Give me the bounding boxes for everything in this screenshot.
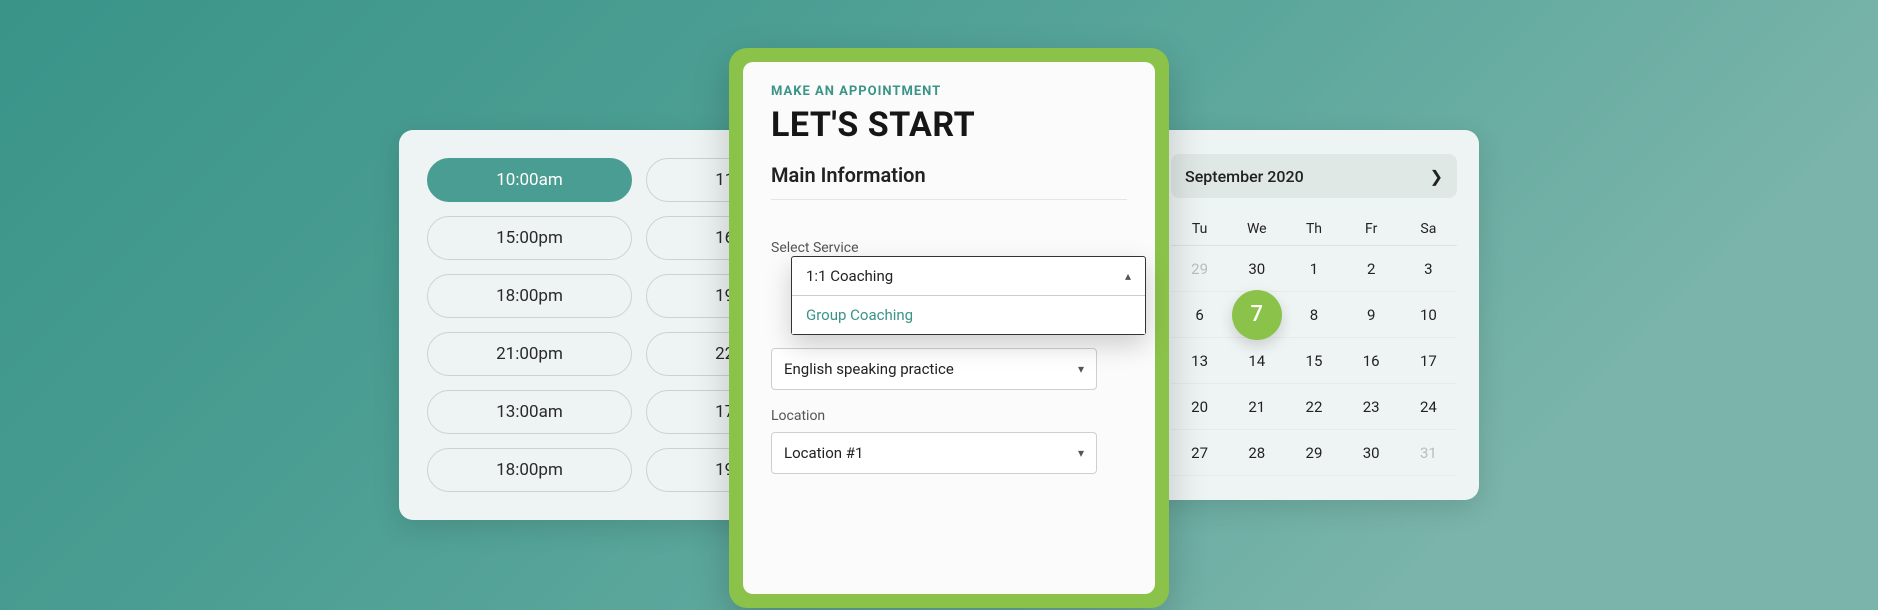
calendar-weekday: We — [1228, 212, 1285, 246]
chevron-up-icon: ▴ — [1125, 269, 1131, 283]
calendar-weekday: Th — [1285, 212, 1342, 246]
time-slot-button[interactable]: 10:00am — [427, 158, 632, 202]
calendar-day[interactable]: 1 — [1285, 246, 1342, 292]
calendar-day[interactable]: 16 — [1343, 338, 1400, 384]
time-slot-button[interactable]: 18:00pm — [427, 448, 632, 492]
calendar-day[interactable]: 20 — [1171, 384, 1228, 430]
service-selected-label: 1:1 Coaching — [806, 267, 893, 285]
calendar-day[interactable]: 31 — [1400, 430, 1457, 476]
calendar-day[interactable]: 30 — [1228, 246, 1285, 292]
calendar-day[interactable]: 29 — [1171, 246, 1228, 292]
calendar-day[interactable]: 7 — [1228, 292, 1285, 338]
calendar-weekday: Tu — [1171, 212, 1228, 246]
form-eyebrow: MAKE AN APPOINTMENT — [771, 84, 1127, 99]
calendar-day[interactable]: 6 — [1171, 292, 1228, 338]
time-slot-button[interactable]: 15:00pm — [427, 216, 632, 260]
calendar-day[interactable]: 30 — [1343, 430, 1400, 476]
time-slot-button[interactable]: 13:00am — [427, 390, 632, 434]
service-dropdown-option[interactable]: Group Coaching — [792, 296, 1145, 334]
calendar-day[interactable]: 3 — [1400, 246, 1457, 292]
service-dropdown-selected[interactable]: 1:1 Coaching ▴ — [792, 257, 1145, 296]
calendar-day[interactable]: 15 — [1285, 338, 1342, 384]
form-section-title: Main Information — [771, 163, 1127, 200]
calendar-header: September 2020 ❯ — [1171, 154, 1457, 198]
calendar-month: September 2020 — [1185, 167, 1304, 186]
calendar-weekday: Sa — [1400, 212, 1457, 246]
calendar-day[interactable]: 24 — [1400, 384, 1457, 430]
calendar-day[interactable]: 22 — [1285, 384, 1342, 430]
calendar-day[interactable]: 8 — [1285, 292, 1342, 338]
calendar-weekday: Fr — [1343, 212, 1400, 246]
time-slot-button[interactable]: 18:00pm — [427, 274, 632, 318]
calendar-day[interactable]: 2 — [1343, 246, 1400, 292]
calendar-next-button[interactable]: ❯ — [1430, 167, 1443, 186]
calendar-day[interactable]: 9 — [1343, 292, 1400, 338]
location-select[interactable]: Location #1 ▾ — [771, 432, 1097, 474]
time-slot-button[interactable]: 21:00pm — [427, 332, 632, 376]
category-select[interactable]: English speaking practice ▾ — [771, 348, 1097, 390]
service-label: Select Service — [771, 240, 1127, 256]
calendar-day[interactable]: 10 — [1400, 292, 1457, 338]
calendar-day[interactable]: 14 — [1228, 338, 1285, 384]
calendar-day[interactable]: 27 — [1171, 430, 1228, 476]
calendar-day[interactable]: 17 — [1400, 338, 1457, 384]
service-dropdown[interactable]: 1:1 Coaching ▴ Group Coaching — [791, 256, 1146, 335]
calendar-day[interactable]: 13 — [1171, 338, 1228, 384]
chevron-down-icon: ▾ — [1078, 446, 1084, 460]
calendar-day[interactable]: 28 — [1228, 430, 1285, 476]
category-value: English speaking practice — [784, 360, 954, 378]
calendar-day[interactable]: 23 — [1343, 384, 1400, 430]
calendar-day[interactable]: 21 — [1228, 384, 1285, 430]
calendar-day[interactable]: 29 — [1285, 430, 1342, 476]
location-label: Location — [771, 408, 1127, 424]
calendar-panel: September 2020 ❯ TuWeThFrSa2930123678910… — [1149, 130, 1479, 500]
chevron-down-icon: ▾ — [1078, 362, 1084, 376]
appointment-form-panel: MAKE AN APPOINTMENT LET'S START Main Inf… — [729, 48, 1169, 608]
location-value: Location #1 — [784, 444, 863, 462]
chevron-right-icon: ❯ — [1430, 167, 1443, 186]
form-title: LET'S START — [771, 105, 1127, 145]
